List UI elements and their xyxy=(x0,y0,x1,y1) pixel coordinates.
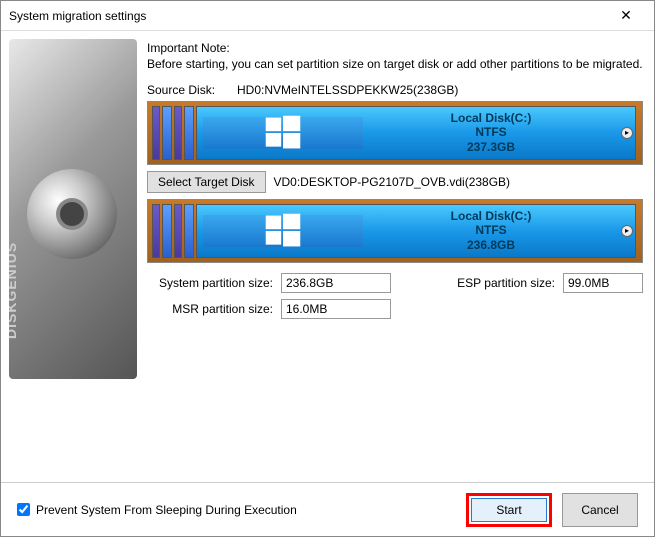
source-disk-value: HD0:NVMeINTELSSDPEKKW25(238GB) xyxy=(237,83,458,97)
source-seg-1 xyxy=(152,106,160,160)
target-main-partition[interactable]: Local Disk(C:) NTFS 236.8GB ▸ xyxy=(196,204,636,258)
esp-size-label: ESP partition size: xyxy=(449,276,559,290)
target-partition-name: Local Disk(C:) xyxy=(363,209,619,223)
esp-size-input[interactable] xyxy=(563,273,643,293)
source-seg-4 xyxy=(184,106,194,160)
source-disk-bar: Local Disk(C:) NTFS 237.3GB ▸ xyxy=(147,101,643,165)
sidebar: DISKGENIUS xyxy=(1,31,141,471)
target-seg-2 xyxy=(162,204,172,258)
start-button[interactable]: Start xyxy=(471,498,547,522)
disk-illustration: DISKGENIUS xyxy=(9,39,137,379)
source-partition-name: Local Disk(C:) xyxy=(363,111,619,125)
msr-size-label: MSR partition size: xyxy=(147,302,277,316)
msr-size-input[interactable] xyxy=(281,299,391,319)
source-main-partition[interactable]: Local Disk(C:) NTFS 237.3GB ▸ xyxy=(196,106,636,160)
size-grid: System partition size: ESP partition siz… xyxy=(147,273,643,319)
select-target-disk-button[interactable]: Select Target Disk xyxy=(147,171,266,193)
note-body: Before starting, you can set partition s… xyxy=(147,57,643,73)
source-seg-3 xyxy=(174,106,182,160)
close-icon[interactable]: ✕ xyxy=(606,7,646,24)
target-partition-size: 236.8GB xyxy=(363,238,619,252)
main-panel: Important Note: Before starting, you can… xyxy=(141,31,655,471)
source-disk-label: Source Disk: xyxy=(147,83,237,97)
brand-label: DISKGENIUS xyxy=(9,242,19,339)
start-highlight: Start xyxy=(466,493,552,527)
target-partition-info: Local Disk(C:) NTFS 236.8GB xyxy=(363,215,619,247)
system-size-label: System partition size: xyxy=(147,276,277,290)
target-disk-row: Select Target Disk VD0:DESKTOP-PG2107D_O… xyxy=(147,171,643,193)
note-title: Important Note: xyxy=(147,41,643,55)
prevent-sleep-input[interactable] xyxy=(17,503,30,516)
window-title: System migration settings xyxy=(9,9,606,23)
footer-buttons: Start Cancel xyxy=(466,493,638,527)
source-partition-size: 237.3GB xyxy=(363,140,619,154)
resize-handle-icon[interactable]: ▸ xyxy=(621,225,633,237)
target-disk-value: VD0:DESKTOP-PG2107D_OVB.vdi(238GB) xyxy=(274,175,511,189)
windows-icon xyxy=(203,117,363,149)
resize-handle-icon[interactable]: ▸ xyxy=(621,127,633,139)
system-size-input[interactable] xyxy=(281,273,391,293)
target-seg-1 xyxy=(152,204,160,258)
cancel-button[interactable]: Cancel xyxy=(562,493,638,527)
target-seg-3 xyxy=(174,204,182,258)
footer: Prevent System From Sleeping During Exec… xyxy=(1,482,654,536)
source-disk-row: Source Disk: HD0:NVMeINTELSSDPEKKW25(238… xyxy=(147,83,643,97)
source-partition-fs: NTFS xyxy=(363,125,619,139)
content: DISKGENIUS Important Note: Before starti… xyxy=(1,31,654,471)
target-disk-bar: Local Disk(C:) NTFS 236.8GB ▸ xyxy=(147,199,643,263)
target-partition-fs: NTFS xyxy=(363,223,619,237)
source-partition-info: Local Disk(C:) NTFS 237.3GB xyxy=(363,117,619,149)
titlebar: System migration settings ✕ xyxy=(1,1,654,31)
windows-icon xyxy=(203,215,363,247)
target-seg-4 xyxy=(184,204,194,258)
prevent-sleep-label: Prevent System From Sleeping During Exec… xyxy=(36,503,297,517)
prevent-sleep-checkbox[interactable]: Prevent System From Sleeping During Exec… xyxy=(17,503,297,517)
source-seg-2 xyxy=(162,106,172,160)
